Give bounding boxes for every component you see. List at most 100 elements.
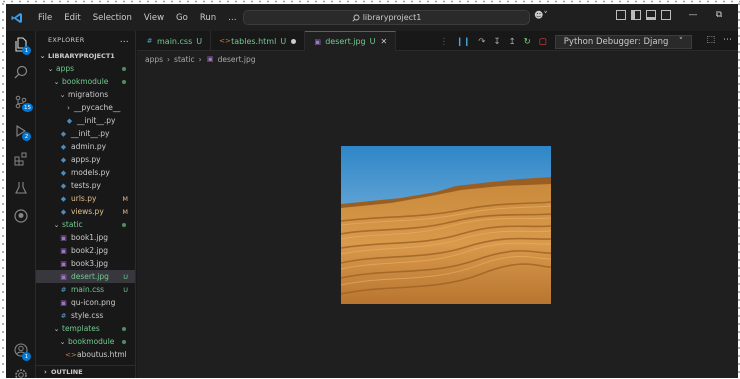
split-editor-icon[interactable]: ⬚ — [706, 35, 715, 45]
tree-item-tests-py[interactable]: ◆ tests.py — [36, 179, 135, 192]
toggle-primary-sidebar-icon[interactable] — [631, 10, 641, 20]
menu-edit[interactable]: Edit — [58, 13, 86, 23]
explorer-more-icon[interactable]: … — [120, 35, 129, 45]
tree-item-templates[interactable]: ⌄ templates — [36, 322, 135, 335]
tree-item-models-py[interactable]: ◆ models.py — [36, 166, 135, 179]
tree-item-init-py[interactable]: ◆ __init__.py — [36, 114, 135, 127]
menu-more[interactable]: … — [222, 13, 243, 23]
image-preview-editor — [137, 67, 738, 378]
tree-item-aboutus-html[interactable]: <> aboutus.html — [36, 348, 135, 361]
menu-run[interactable]: Run — [194, 13, 222, 23]
tab-label: desert.jpg — [325, 37, 366, 46]
tree-item-migrations[interactable]: ⌄ migrations — [36, 88, 135, 101]
more-actions-icon[interactable]: ⋯ — [723, 35, 732, 45]
manage-gear-icon[interactable] — [13, 367, 29, 378]
step-into-icon[interactable]: ↧ — [493, 37, 500, 47]
desert-image — [341, 146, 551, 304]
restart-icon[interactable]: ↻ — [524, 37, 531, 47]
toggle-panel-icon[interactable] — [646, 10, 656, 20]
image-file-icon: ▣ — [60, 259, 67, 268]
chevron-right-icon: › — [67, 103, 70, 112]
copilot-icon[interactable]: ☻˅ — [534, 11, 548, 21]
breadcrumb-file[interactable]: desert.jpg — [218, 55, 256, 64]
tree-item-apps[interactable]: ⌄ apps — [36, 62, 135, 75]
changes-dot-icon — [122, 326, 126, 331]
project-root[interactable]: ⌄ LIBRARYPROJECT1 — [36, 49, 135, 62]
tree-item-bookmodule[interactable]: ⌄ bookmodule — [36, 335, 135, 348]
vscode-logo-icon — [6, 4, 28, 31]
unsaved-dot-icon[interactable] — [291, 38, 297, 44]
step-out-icon[interactable]: ↥ — [509, 37, 516, 47]
tree-item-init-py[interactable]: ◆ __init__.py — [36, 127, 135, 140]
tree-item-static[interactable]: ⌄ static — [36, 218, 135, 231]
github-icon[interactable] — [13, 208, 29, 224]
run-debug-icon[interactable]: 2 — [13, 123, 31, 141]
dotted-border-top — [0, 0, 740, 3]
python-file-icon: ◆ — [60, 142, 67, 151]
vscode-window: File Edit Selection View Go Run … ← → li… — [6, 4, 738, 378]
tree-item-label: apps — [56, 64, 75, 73]
tree-item-pycache[interactable]: › __pycache__ — [36, 101, 135, 114]
menu-file[interactable]: File — [32, 13, 58, 23]
tab-tables-html[interactable]: <> tables.html U — [211, 31, 306, 51]
tree-item-apps-py[interactable]: ◆ apps.py — [36, 153, 135, 166]
tree-item-main-css[interactable]: # main.css U — [36, 283, 135, 296]
tree-item-label: style.css — [71, 311, 104, 320]
stop-icon[interactable]: ▢ — [539, 37, 547, 47]
git-status-badge: M — [122, 194, 128, 203]
search-view-icon[interactable] — [13, 64, 29, 80]
menu-selection[interactable]: Selection — [87, 13, 138, 23]
toggle-secondary-sidebar-icon[interactable] — [661, 10, 671, 20]
chevron-down-icon: ⌄ — [59, 90, 66, 99]
css-file-icon: # — [60, 285, 67, 294]
tab-main-css[interactable]: # main.css U — [137, 31, 212, 51]
menu-bar: File Edit Selection View Go Run … — [32, 13, 243, 23]
chevron-down-icon: ⌄ — [39, 51, 46, 60]
tree-item-book1-jpg[interactable]: ▣ book1.jpg — [36, 231, 135, 244]
tree-item-urls-py[interactable]: ◆ urls.py M — [36, 192, 135, 205]
title-bar: File Edit Selection View Go Run … ← → li… — [6, 4, 738, 31]
tree-item-desert-jpg[interactable]: ▣ desert.jpg U — [36, 270, 135, 283]
tree-item-bookmodule[interactable]: ⌄ bookmodule — [36, 75, 135, 88]
menu-go[interactable]: Go — [170, 13, 194, 23]
step-over-icon[interactable]: ↷ — [478, 37, 485, 47]
drag-handle-icon[interactable]: ⋮ — [440, 37, 449, 47]
chevron-down-icon: ⌄ — [53, 324, 60, 333]
pause-icon[interactable]: ❙❙ — [456, 37, 470, 47]
testing-flask-icon[interactable] — [13, 180, 29, 196]
tree-item-style-css[interactable]: # style.css — [36, 309, 135, 322]
accounts-icon[interactable]: 1 — [13, 342, 31, 361]
tree-item-label: views.py — [71, 207, 104, 216]
explorer-icon[interactable]: 1 — [13, 36, 31, 55]
tree-item-label: apps.py — [71, 155, 101, 164]
breadcrumb-static[interactable]: static — [174, 55, 195, 64]
chevron-down-icon: ⌄ — [59, 337, 66, 346]
tree-item-book3-jpg[interactable]: ▣ book3.jpg — [36, 257, 135, 270]
tab-desert-jpg[interactable]: ▣ desert.jpg U ✕ — [305, 31, 397, 51]
customize-layout-icon[interactable] — [616, 10, 626, 20]
tab-label: tables.html — [231, 36, 277, 46]
window-controls: — ⧉ — [680, 10, 732, 20]
tree-item-views-py[interactable]: ◆ views.py M — [36, 205, 135, 218]
tree-item-label: __init__.py — [77, 116, 116, 125]
extensions-icon[interactable] — [13, 151, 29, 167]
close-icon[interactable]: ✕ — [380, 37, 387, 46]
breadcrumb-apps[interactable]: apps — [145, 55, 163, 64]
source-control-icon[interactable]: 15 — [13, 94, 33, 112]
debug-config-select[interactable]: Python Debugger: Djang ˅ — [554, 35, 692, 49]
menu-view[interactable]: View — [138, 13, 170, 23]
minimize-icon[interactable]: — — [680, 10, 706, 20]
chevron-down-icon: ⌄ — [53, 77, 60, 86]
image-file-icon: ▣ — [60, 272, 67, 281]
tree-item-book2-jpg[interactable]: ▣ book2.jpg — [36, 244, 135, 257]
tree-item-admin-py[interactable]: ◆ admin.py — [36, 140, 135, 153]
tree-item-label: desert.jpg — [71, 272, 109, 281]
outline-section[interactable]: › OUTLINE — [36, 365, 135, 378]
html-file-icon: <> — [219, 37, 231, 45]
tree-item-qu-icon-png[interactable]: ▣ qu-icon.png — [36, 296, 135, 309]
python-file-icon: ◆ — [60, 194, 67, 203]
python-file-icon: ◆ — [66, 116, 73, 125]
restore-icon[interactable]: ⧉ — [706, 10, 732, 20]
command-center-search[interactable]: libraryproject1 — [243, 10, 530, 25]
image-file-icon: ▣ — [60, 233, 67, 242]
